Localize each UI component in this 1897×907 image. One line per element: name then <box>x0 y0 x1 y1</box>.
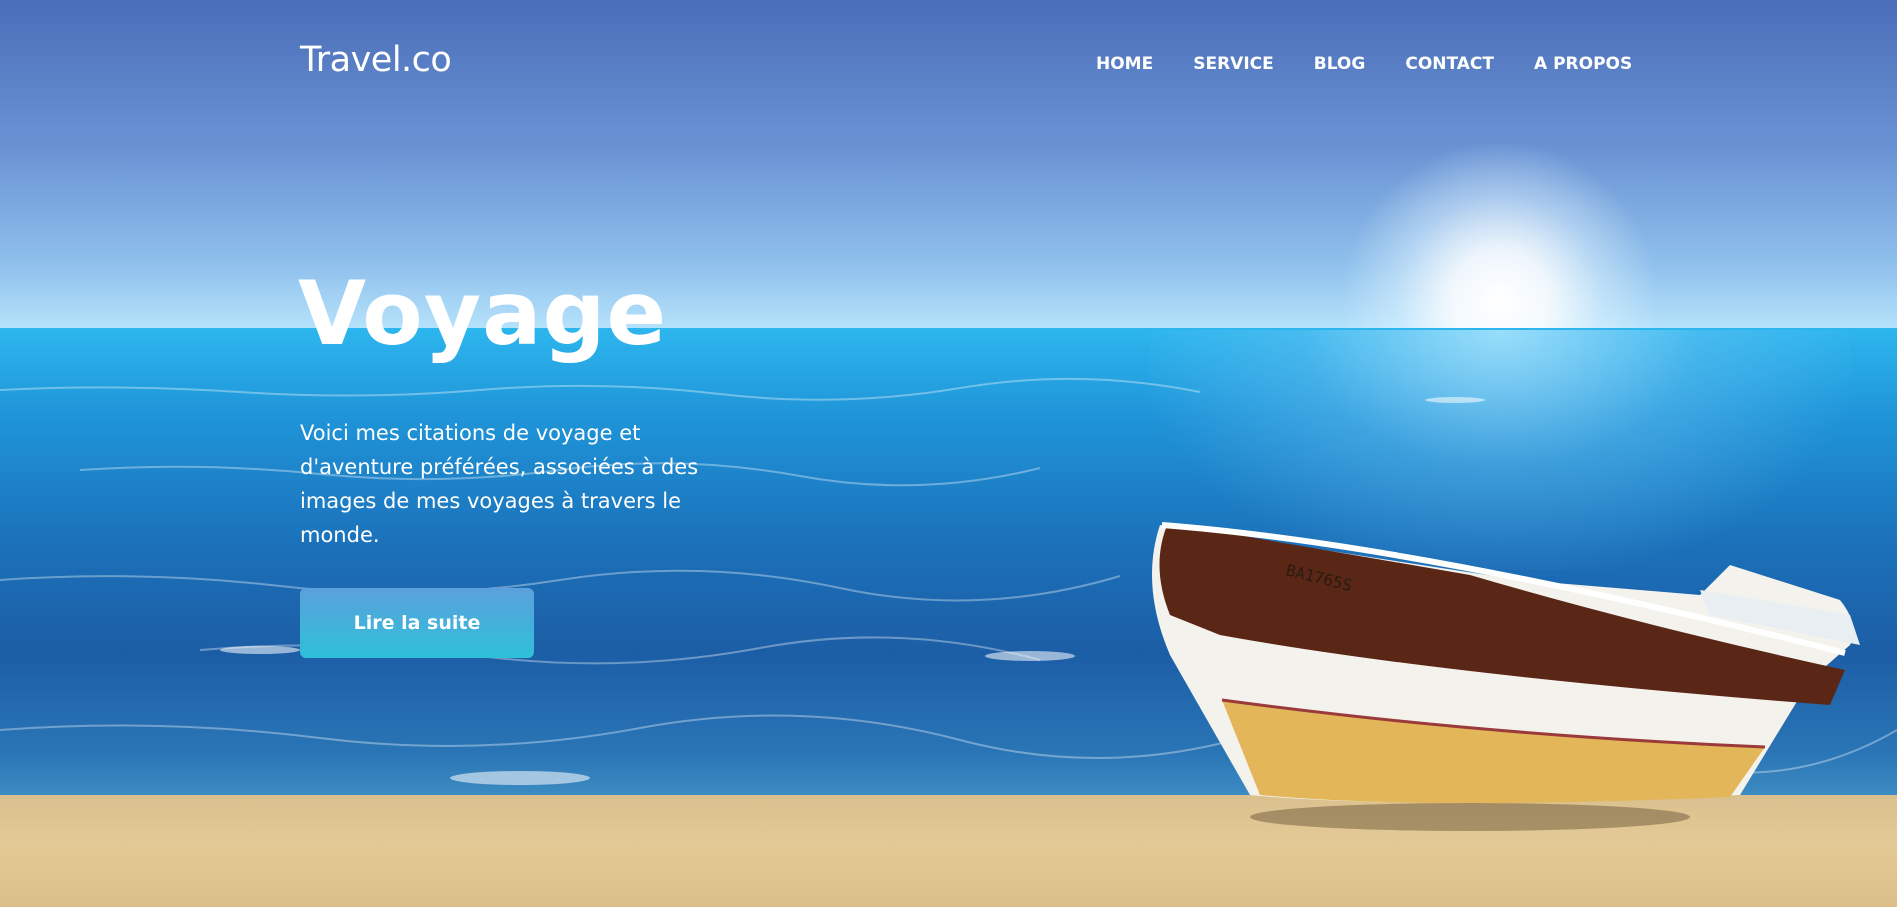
hero-description: Voici mes citations de voyage et d'avent… <box>300 421 699 547</box>
nav-item-home[interactable]: HOME <box>1096 54 1153 74</box>
nav-item-service[interactable]: SERVICE <box>1193 54 1274 74</box>
boat: BA1765S <box>1152 522 1860 831</box>
hero-background: BA1765S <box>0 0 1897 907</box>
hero-title: Voyage <box>298 262 668 365</box>
nav-item-contact[interactable]: CONTACT <box>1405 54 1494 74</box>
site-logo[interactable]: Travel.co <box>300 40 452 80</box>
nav-item-a-propos[interactable]: A PROPOS <box>1534 54 1632 74</box>
main-nav: HOME SERVICE BLOG CONTACT A PROPOS <box>1096 54 1672 74</box>
nav-item-blog[interactable]: BLOG <box>1314 54 1366 74</box>
read-more-button[interactable]: Lire la suite <box>300 588 534 658</box>
